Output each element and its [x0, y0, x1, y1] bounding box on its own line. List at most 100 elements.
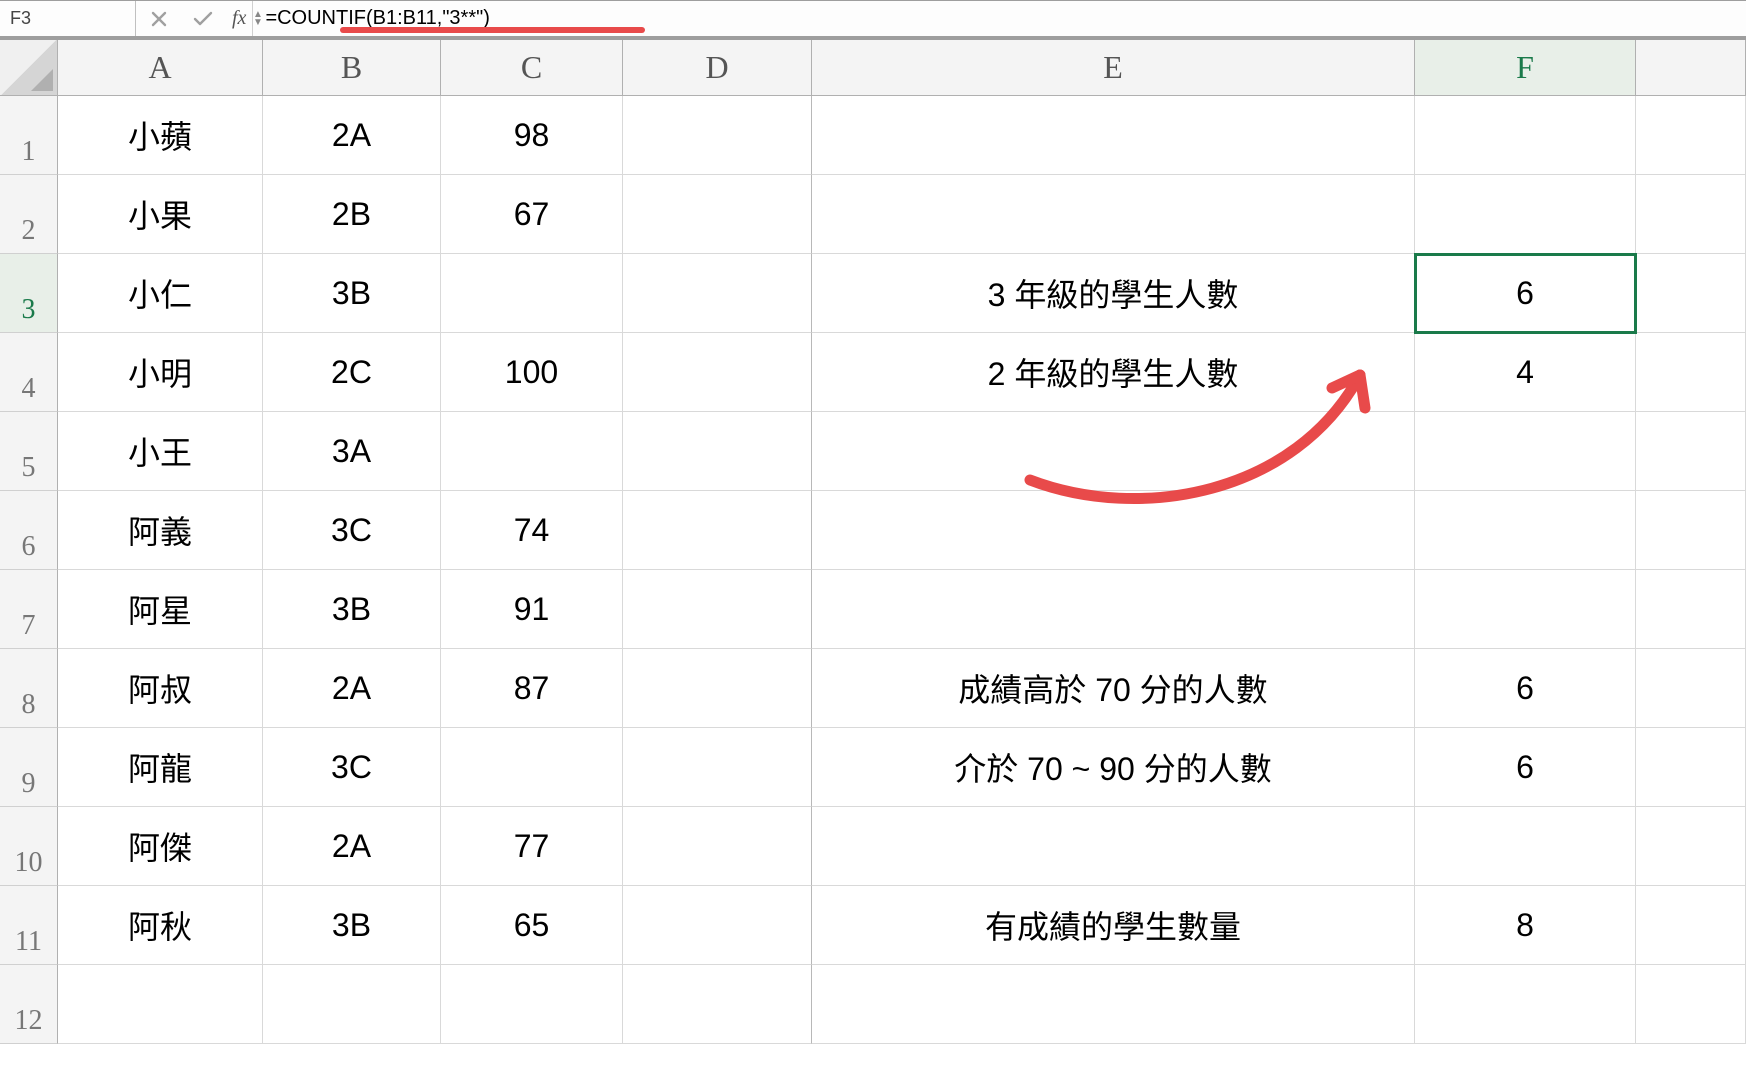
cell-B12[interactable] — [263, 965, 441, 1044]
cell-A5[interactable]: 小王 — [58, 412, 263, 491]
cell-D3[interactable] — [623, 254, 812, 333]
cell-C2[interactable]: 67 — [441, 175, 623, 254]
cell-E5[interactable] — [812, 412, 1415, 491]
cell-B8[interactable]: 2A — [263, 649, 441, 728]
cell-A8[interactable]: 阿叔 — [58, 649, 263, 728]
cell-B10[interactable]: 2A — [263, 807, 441, 886]
cell-C6[interactable]: 74 — [441, 491, 623, 570]
cell-B3[interactable]: 3B — [263, 254, 441, 333]
cell-G2[interactable] — [1636, 175, 1746, 254]
cell-G6[interactable] — [1636, 491, 1746, 570]
cell-G1[interactable] — [1636, 96, 1746, 175]
col-header-F[interactable]: F — [1415, 40, 1636, 96]
cell-C12[interactable] — [441, 965, 623, 1044]
select-all-corner[interactable] — [0, 40, 58, 96]
cell-B4[interactable]: 2C — [263, 333, 441, 412]
cell-B7[interactable]: 3B — [263, 570, 441, 649]
cell-D6[interactable] — [623, 491, 812, 570]
cell-G3[interactable] — [1636, 254, 1746, 333]
cell-A4[interactable]: 小明 — [58, 333, 263, 412]
cell-F1[interactable] — [1415, 96, 1636, 175]
cell-B11[interactable]: 3B — [263, 886, 441, 965]
col-header-D[interactable]: D — [623, 40, 812, 96]
cell-C5[interactable] — [441, 412, 623, 491]
cell-D11[interactable] — [623, 886, 812, 965]
cell-B1[interactable]: 2A — [263, 96, 441, 175]
name-box[interactable]: ▲ ▼ — [0, 1, 136, 36]
cell-F8[interactable]: 6 — [1415, 649, 1636, 728]
cell-G7[interactable] — [1636, 570, 1746, 649]
cell-A6[interactable]: 阿義 — [58, 491, 263, 570]
cell-G9[interactable] — [1636, 728, 1746, 807]
row-header[interactable]: 7 — [0, 570, 58, 649]
cell-D7[interactable] — [623, 570, 812, 649]
row-header[interactable]: 6 — [0, 491, 58, 570]
cell-F6[interactable] — [1415, 491, 1636, 570]
cell-E4[interactable]: 2 年級的學生人數 — [812, 333, 1415, 412]
cell-B5[interactable]: 3A — [263, 412, 441, 491]
cell-F10[interactable] — [1415, 807, 1636, 886]
cell-G8[interactable] — [1636, 649, 1746, 728]
cell-A2[interactable]: 小果 — [58, 175, 263, 254]
row-header[interactable]: 3 — [0, 254, 58, 333]
row-header[interactable]: 8 — [0, 649, 58, 728]
cell-F12[interactable] — [1415, 965, 1636, 1044]
cell-A9[interactable]: 阿龍 — [58, 728, 263, 807]
cell-E7[interactable] — [812, 570, 1415, 649]
row-header[interactable]: 5 — [0, 412, 58, 491]
row-header[interactable]: 9 — [0, 728, 58, 807]
row-header[interactable]: 11 — [0, 886, 58, 965]
cell-C7[interactable]: 91 — [441, 570, 623, 649]
cell-E3[interactable]: 3 年級的學生人數 — [812, 254, 1415, 333]
cell-G10[interactable] — [1636, 807, 1746, 886]
cell-C11[interactable]: 65 — [441, 886, 623, 965]
cell-F4[interactable]: 4 — [1415, 333, 1636, 412]
row-header[interactable]: 2 — [0, 175, 58, 254]
row-header[interactable]: 4 — [0, 333, 58, 412]
cell-C1[interactable]: 98 — [441, 96, 623, 175]
cell-A1[interactable]: 小蘋 — [58, 96, 263, 175]
cell-A3[interactable]: 小仁 — [58, 254, 263, 333]
cell-B2[interactable]: 2B — [263, 175, 441, 254]
cell-A7[interactable]: 阿星 — [58, 570, 263, 649]
cell-G12[interactable] — [1636, 965, 1746, 1044]
row-header[interactable]: 10 — [0, 807, 58, 886]
cell-A12[interactable] — [58, 965, 263, 1044]
cell-E9[interactable]: 介於 70 ~ 90 分的人數 — [812, 728, 1415, 807]
cell-F2[interactable] — [1415, 175, 1636, 254]
col-header-C[interactable]: C — [441, 40, 623, 96]
row-header[interactable]: 1 — [0, 96, 58, 175]
col-header-E[interactable]: E — [812, 40, 1415, 96]
row-header[interactable]: 12 — [0, 965, 58, 1044]
cell-B6[interactable]: 3C — [263, 491, 441, 570]
cell-C10[interactable]: 77 — [441, 807, 623, 886]
cell-E8[interactable]: 成績高於 70 分的人數 — [812, 649, 1415, 728]
cell-E6[interactable] — [812, 491, 1415, 570]
cell-D8[interactable] — [623, 649, 812, 728]
cell-A11[interactable]: 阿秋 — [58, 886, 263, 965]
col-header-A[interactable]: A — [58, 40, 263, 96]
col-header-B[interactable]: B — [263, 40, 441, 96]
cell-D9[interactable] — [623, 728, 812, 807]
cell-F7[interactable] — [1415, 570, 1636, 649]
cell-E12[interactable] — [812, 965, 1415, 1044]
cell-C4[interactable]: 100 — [441, 333, 623, 412]
cell-F9[interactable]: 6 — [1415, 728, 1636, 807]
cell-E10[interactable] — [812, 807, 1415, 886]
cell-B9[interactable]: 3C — [263, 728, 441, 807]
cell-E2[interactable] — [812, 175, 1415, 254]
cell-G4[interactable] — [1636, 333, 1746, 412]
cell-F11[interactable]: 8 — [1415, 886, 1636, 965]
cell-C8[interactable]: 87 — [441, 649, 623, 728]
cell-D10[interactable] — [623, 807, 812, 886]
cell-D1[interactable] — [623, 96, 812, 175]
cell-C9[interactable] — [441, 728, 623, 807]
cell-D4[interactable] — [623, 333, 812, 412]
cell-D2[interactable] — [623, 175, 812, 254]
name-box-input[interactable] — [0, 1, 252, 36]
cell-C3[interactable] — [441, 254, 623, 333]
cell-E1[interactable] — [812, 96, 1415, 175]
col-header-extra[interactable] — [1636, 40, 1746, 96]
cell-G5[interactable] — [1636, 412, 1746, 491]
cell-E11[interactable]: 有成績的學生數量 — [812, 886, 1415, 965]
